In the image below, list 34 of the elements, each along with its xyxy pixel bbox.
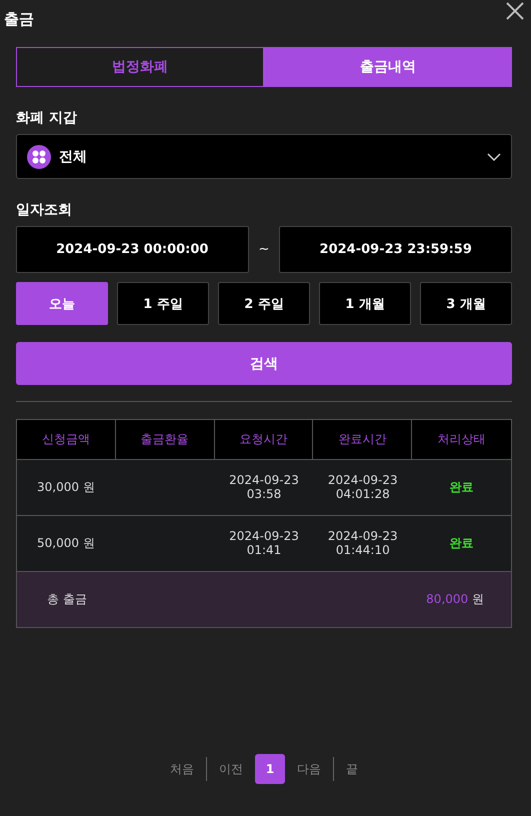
first-page-link[interactable]: 처음 [170,760,194,778]
total-label: 총 출금 [47,591,87,608]
period-button[interactable]: 1 개월 [319,282,411,325]
range-separator: ~ [258,242,270,257]
table-cell-text: 2024-09-23 03:58 [228,472,300,502]
period-button[interactable]: 1 주일 [117,282,209,325]
period-button[interactable]: 2 주일 [218,282,310,325]
close-icon[interactable] [506,2,524,20]
tab[interactable]: 출금내역 [264,47,512,87]
column-header: 처리상태 [436,431,487,448]
date-field[interactable]: 2024-09-23 23:59:59 [279,226,512,273]
wallet-select[interactable]: 전체 [16,134,512,179]
table-cell-text: 2024-09-23 04:01:28 [326,472,399,502]
previous-page-link[interactable]: 이전 [219,760,243,778]
page-button[interactable]: 1 [255,754,285,784]
table-cell-text: 완료 [448,535,475,552]
date-label: 일자조회 [16,201,73,219]
date-field[interactable]: 2024-09-23 00:00:00 [16,226,249,273]
table-cell-text: 30,000 원 [36,479,96,496]
period-button[interactable]: 오늘 [16,282,108,325]
table-cell-text: 2024-09-23 01:44:10 [326,528,399,558]
table-cell-text: 2024-09-23 01:41 [228,528,300,558]
table-cell-text: 완료 [448,479,475,496]
table-cell-text: 50,000 원 [36,535,96,552]
total-amount: 80,000 원 [426,591,484,608]
grid-icon [27,144,51,168]
last-page-link[interactable]: 끝 [346,760,358,778]
wallet-label: 화폐 지갑 [16,109,78,127]
period-button[interactable]: 3 개월 [420,282,512,325]
next-page-link[interactable]: 다음 [297,760,321,778]
tab[interactable]: 법정화폐 [16,47,264,87]
search-button[interactable]: 검색 [16,342,512,385]
chevron-down-icon [487,152,501,160]
window-title: 출금 [4,10,34,29]
